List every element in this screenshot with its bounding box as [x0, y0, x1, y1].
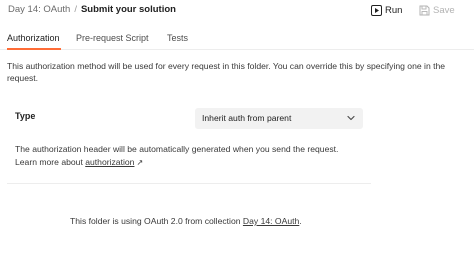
active-tab-indicator [7, 48, 61, 50]
footer-text: This folder is using OAuth 2.0 from coll… [70, 216, 241, 226]
tab-pre-request-script[interactable]: Pre-request Script [76, 33, 149, 43]
save-button[interactable]: Save [417, 2, 457, 19]
footer-period: . [299, 216, 302, 226]
authorization-learn-more-link[interactable]: authorization [85, 157, 134, 167]
breadcrumb-separator: / [74, 4, 77, 15]
auth-description: This authorization method will be used f… [7, 61, 446, 83]
external-link-arrow-icon: ↗ [136, 158, 144, 167]
folder-auth-footer: This folder is using OAuth 2.0 from coll… [70, 216, 302, 226]
tab-tests[interactable]: Tests [167, 33, 188, 43]
breadcrumb-parent-link[interactable]: Day 14: OAuth [8, 4, 70, 15]
type-label: Type [15, 111, 36, 121]
run-button[interactable]: Run [369, 2, 404, 19]
header-bar: Day 14: OAuth / Submit your solution Run S… [0, 0, 474, 22]
play-icon [371, 5, 382, 16]
tab-bar: Authorization Pre-request Script Tests [0, 30, 474, 50]
tab-authorization[interactable]: Authorization [7, 33, 60, 43]
page-title[interactable]: Submit your solution [81, 4, 176, 15]
auth-type-value: Inherit auth from parent [202, 113, 292, 123]
save-label: Save [433, 5, 455, 16]
auth-info-body: The authorization header will be automat… [15, 144, 339, 167]
save-icon [419, 5, 430, 16]
divider [7, 183, 371, 184]
auth-type-select[interactable]: Inherit auth from parent [195, 108, 363, 129]
collection-link[interactable]: Day 14: OAuth [243, 216, 299, 226]
chevron-down-icon [347, 115, 355, 121]
run-label: Run [385, 5, 403, 16]
auth-info-text: The authorization header will be automat… [15, 143, 345, 169]
breadcrumb: Day 14: OAuth / Submit your solution [8, 4, 176, 15]
